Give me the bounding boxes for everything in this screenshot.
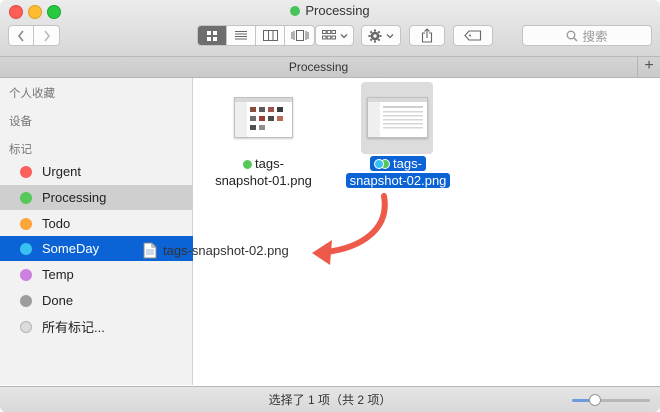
png-file-icon bbox=[143, 242, 157, 259]
window-title: Processing bbox=[0, 3, 660, 18]
sidebar-item-done[interactable]: Done bbox=[0, 288, 193, 313]
chevron-down-icon bbox=[386, 33, 394, 38]
list-view-button[interactable] bbox=[227, 26, 256, 45]
selection-status: 选择了 1 项（共 2 项） bbox=[268, 393, 392, 407]
file-tag-dot bbox=[374, 159, 385, 169]
tag-color-dot bbox=[20, 217, 32, 230]
sidebar-item-label: Processing bbox=[42, 190, 107, 205]
file-name-line2: snapshot-02.png bbox=[345, 173, 451, 188]
add-tab-button[interactable]: + bbox=[637, 57, 660, 77]
tag-color-dot bbox=[20, 320, 32, 333]
arrow-shaft bbox=[323, 193, 388, 255]
status-bar: 选择了 1 项（共 2 项） bbox=[0, 386, 660, 412]
file-name: tags- snapshot-02.png bbox=[335, 155, 461, 189]
action-button[interactable] bbox=[361, 25, 401, 46]
column-view-icon bbox=[262, 30, 278, 41]
sidebar-section-devices: 设备 bbox=[9, 116, 32, 128]
chevron-down-icon bbox=[340, 33, 347, 38]
gear-icon bbox=[368, 29, 382, 42]
list-view-icon bbox=[235, 31, 247, 40]
back-button[interactable] bbox=[9, 26, 34, 45]
window-title-text: Processing bbox=[305, 3, 370, 18]
search-placeholder: 搜索 bbox=[582, 30, 608, 44]
file-name-highlight: tags- bbox=[370, 156, 426, 171]
sidebar-item-label: Todo bbox=[42, 216, 71, 231]
title-tag-dot bbox=[290, 6, 301, 16]
arrange-button[interactable] bbox=[315, 25, 354, 46]
file-name: tags- snapshot-01.png bbox=[205, 155, 322, 189]
annotation-arrow bbox=[312, 193, 388, 265]
sidebar-item-label: 所有标记... bbox=[42, 320, 105, 335]
drag-file-name: tags-snapshot-02.png bbox=[163, 243, 289, 258]
file-thumbnail[interactable] bbox=[234, 97, 293, 138]
column-view-button[interactable] bbox=[256, 26, 285, 45]
sidebar-item-urgent[interactable]: Urgent bbox=[0, 159, 193, 184]
sidebar-item-temp[interactable]: Temp bbox=[0, 262, 193, 287]
sidebar: 个人收藏 设备 标记 Urgent Processing Todo SomeDa… bbox=[0, 78, 193, 385]
screenshot-thumbnail-image bbox=[368, 98, 427, 137]
file-name-line1: tags- bbox=[393, 156, 422, 171]
file-thumbnail[interactable] bbox=[367, 97, 428, 138]
title-bar: Processing 搜索 bbox=[0, 0, 660, 57]
search-field[interactable]: 搜索 bbox=[522, 25, 652, 46]
sidebar-section-favorites: 个人收藏 bbox=[9, 88, 55, 100]
sidebar-item-label: Urgent bbox=[42, 164, 82, 179]
cover-flow-icon bbox=[291, 30, 308, 41]
sidebar-item-all-tags[interactable]: 所有标记... bbox=[0, 314, 193, 339]
share-button[interactable] bbox=[409, 25, 445, 46]
file-name-line2: snapshot-01.png bbox=[215, 173, 312, 188]
chevron-left-icon bbox=[17, 30, 24, 41]
tab-processing[interactable]: Processing bbox=[0, 57, 637, 77]
finder-window: Processing 搜索 Processing + 个人收藏 设备 标记 Ur… bbox=[0, 0, 660, 412]
tab-bar: Processing + bbox=[0, 57, 660, 78]
tag-color-dot bbox=[20, 268, 32, 281]
sidebar-item-label: SomeDay bbox=[42, 241, 100, 256]
screenshot-thumbnail-image bbox=[235, 98, 292, 137]
arrow-head bbox=[312, 240, 332, 265]
file-tag-dots bbox=[374, 159, 391, 169]
file-tag-dot bbox=[243, 160, 253, 169]
chevron-right-icon bbox=[43, 30, 50, 41]
sidebar-item-processing[interactable]: Processing bbox=[0, 185, 193, 210]
share-icon bbox=[421, 28, 433, 43]
tag-color-dot bbox=[20, 242, 32, 255]
tag-icon bbox=[464, 30, 482, 41]
icon-view-button[interactable] bbox=[198, 26, 227, 45]
icon-size-slider[interactable] bbox=[572, 394, 650, 406]
sidebar-item-todo[interactable]: Todo bbox=[0, 211, 193, 236]
search-icon bbox=[567, 30, 579, 42]
sidebar-section-tags: 标记 bbox=[9, 144, 32, 156]
tag-color-dot bbox=[20, 191, 32, 204]
edit-tags-button[interactable] bbox=[453, 25, 493, 46]
tag-color-dot bbox=[20, 165, 32, 178]
forward-button[interactable] bbox=[34, 26, 59, 45]
arrange-grid-icon bbox=[321, 30, 336, 40]
cover-flow-view-button[interactable] bbox=[285, 26, 314, 45]
sidebar-item-label: Temp bbox=[42, 267, 74, 282]
tag-color-dot bbox=[20, 294, 32, 307]
file-name-line1: tags- bbox=[255, 156, 284, 171]
sidebar-item-label: Done bbox=[42, 293, 74, 308]
back-forward-control bbox=[8, 25, 60, 46]
icon-view-icon bbox=[207, 30, 217, 41]
view-mode-control bbox=[197, 25, 315, 46]
